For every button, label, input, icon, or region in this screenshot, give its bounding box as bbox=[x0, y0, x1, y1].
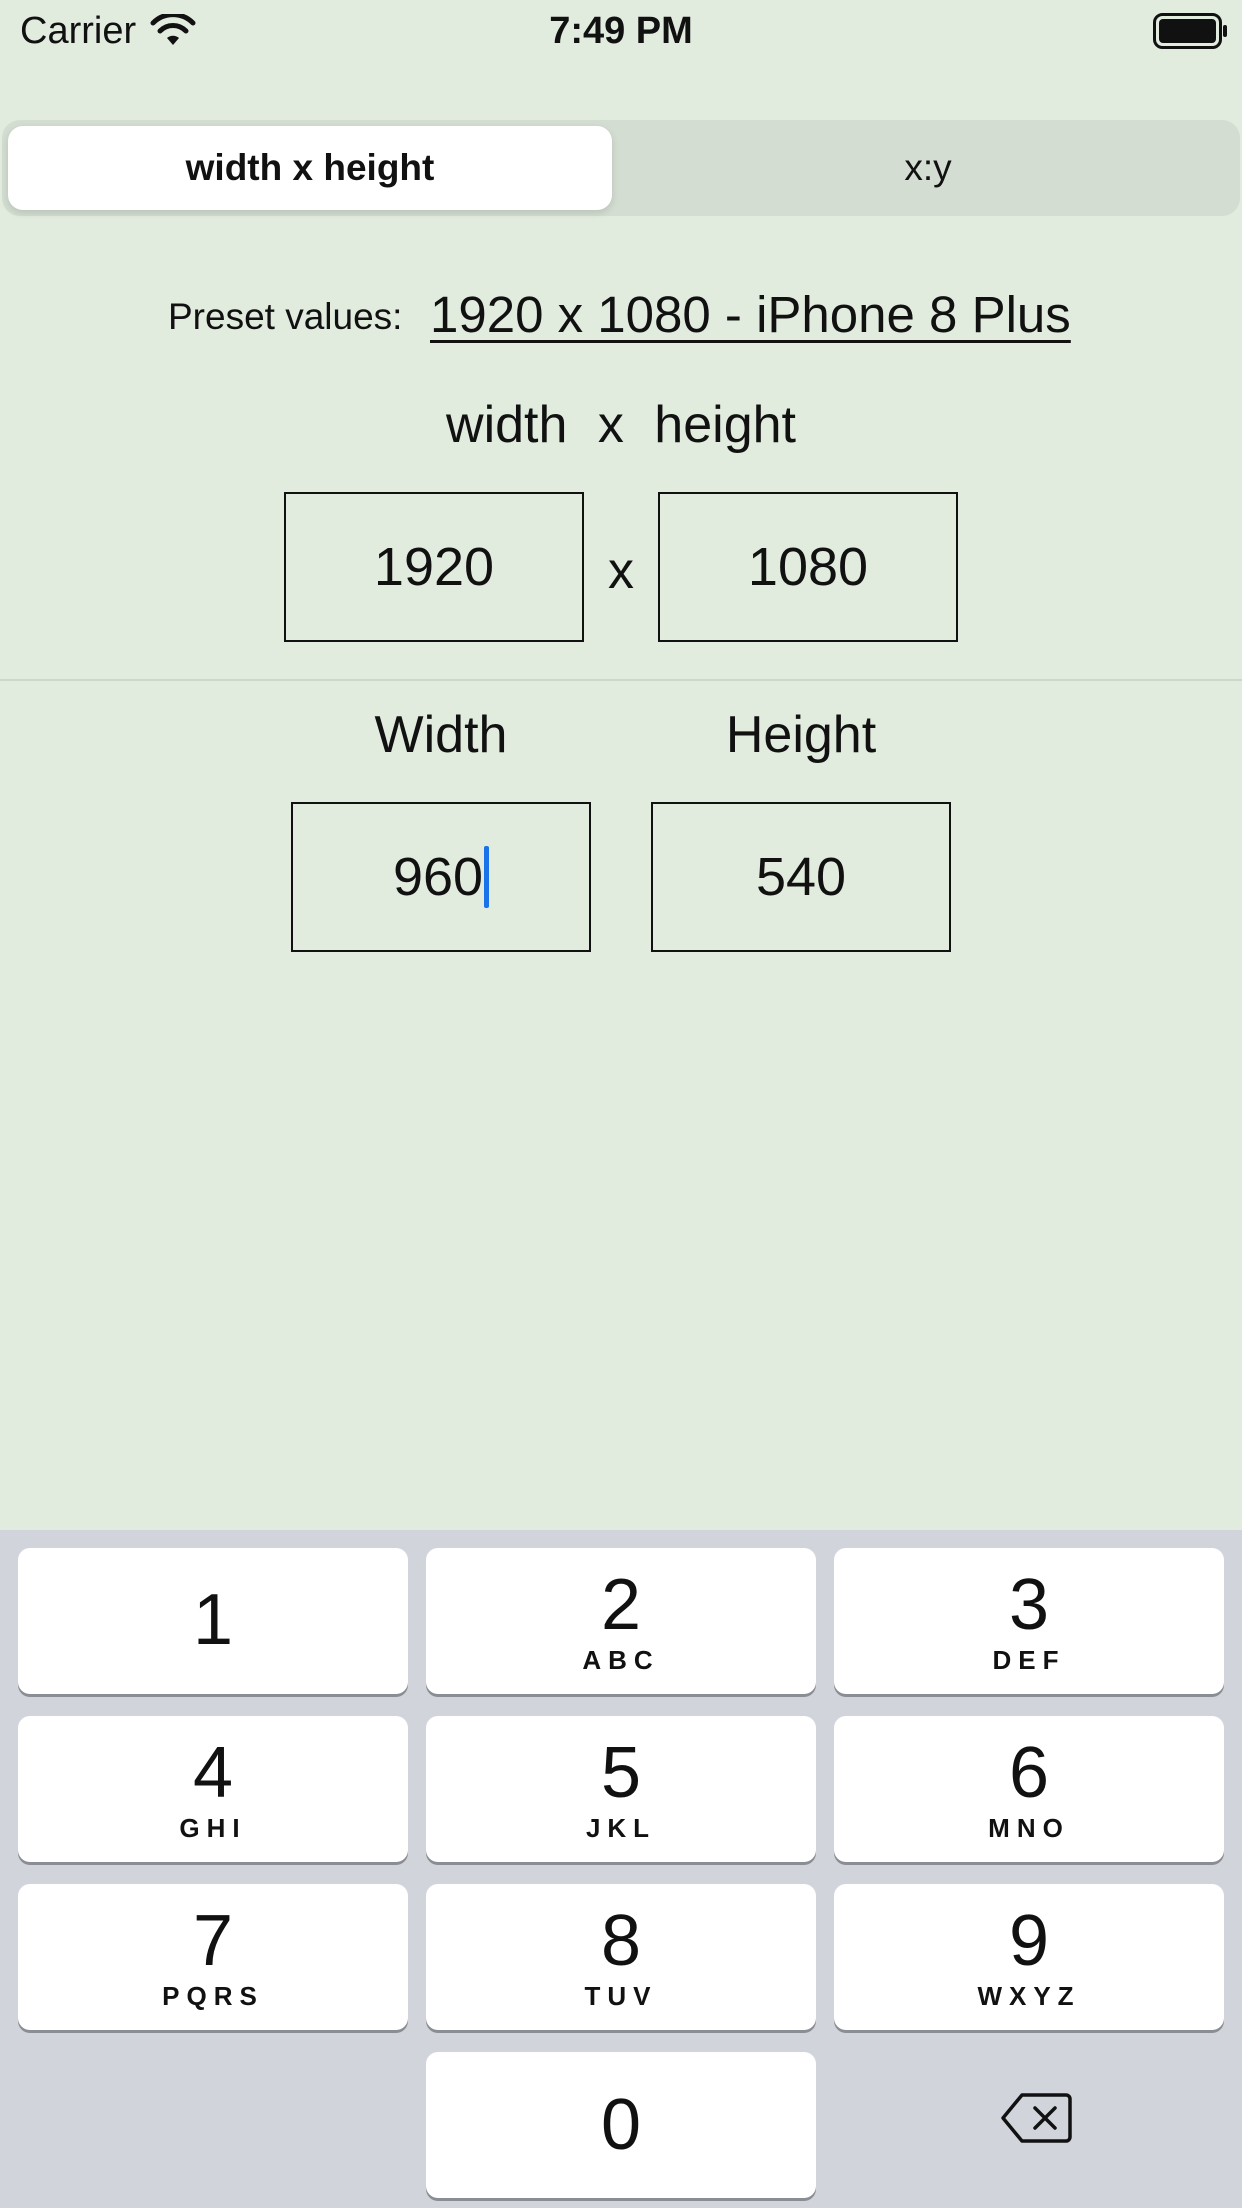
height-input-value: 540 bbox=[755, 847, 847, 907]
ratio-height-field[interactable]: 1080 bbox=[658, 492, 958, 642]
key-0[interactable]: 0 bbox=[426, 2052, 816, 2198]
segmented-control: width x height x:y bbox=[2, 120, 1240, 216]
key-9[interactable]: 9 WXYZ bbox=[834, 1884, 1224, 2030]
key-letters: TUV bbox=[584, 1981, 658, 2011]
preset-value-link[interactable]: 1920 x 1080 - iPhone 8 Plus bbox=[430, 284, 1071, 346]
height-input[interactable]: 540 bbox=[651, 802, 951, 952]
width-label: Width bbox=[374, 706, 508, 764]
key-8[interactable]: 8 TUV bbox=[426, 1884, 816, 2030]
key-4[interactable]: 4 GHI bbox=[18, 1716, 408, 1862]
key-number: 1 bbox=[192, 1580, 234, 1660]
battery-icon bbox=[1153, 13, 1227, 49]
key-number: 3 bbox=[1008, 1565, 1050, 1645]
ratio-separator: x bbox=[608, 542, 634, 600]
key-5[interactable]: 5 JKL bbox=[426, 1716, 816, 1862]
key-number: 9 bbox=[1008, 1901, 1050, 1981]
key-number: 7 bbox=[192, 1901, 234, 1981]
ratio-header: width x height bbox=[446, 396, 796, 454]
key-number: 2 bbox=[600, 1565, 642, 1645]
key-letters: JKL bbox=[585, 1813, 657, 1843]
key-6[interactable]: 6 MNO bbox=[834, 1716, 1224, 1862]
preset-label: Preset values: bbox=[168, 296, 403, 337]
key-letters: GHI bbox=[179, 1813, 247, 1843]
status-time: 7:49 PM bbox=[549, 10, 693, 52]
width-input-value: 960 bbox=[392, 847, 484, 907]
width-input[interactable]: 960 bbox=[291, 802, 591, 952]
key-number: 5 bbox=[600, 1733, 642, 1813]
key-letters: ABC bbox=[582, 1645, 660, 1675]
key-number: 6 bbox=[1008, 1733, 1050, 1813]
text-cursor bbox=[484, 846, 490, 908]
segment-ratio-xy[interactable]: x:y bbox=[622, 126, 1234, 210]
height-label: Height bbox=[725, 706, 877, 764]
key-letters: WXYZ bbox=[977, 1981, 1081, 2011]
key-letters: MNO bbox=[988, 1813, 1070, 1843]
section-divider bbox=[0, 679, 1242, 681]
key-number: 0 bbox=[600, 2085, 642, 2165]
key-2[interactable]: 2 ABC bbox=[426, 1548, 816, 1694]
key-3[interactable]: 3 DEF bbox=[834, 1548, 1224, 1694]
key-letters: PQRS bbox=[162, 1981, 264, 2011]
key-7[interactable]: 7 PQRS bbox=[18, 1884, 408, 2030]
delete-backspace-icon[interactable] bbox=[1000, 2092, 1072, 2144]
key-1[interactable]: 1 bbox=[18, 1548, 408, 1694]
segment-width-height[interactable]: width x height bbox=[8, 126, 612, 210]
ratio-width-field[interactable]: 1920 bbox=[284, 492, 584, 642]
key-number: 4 bbox=[192, 1733, 234, 1813]
key-number: 8 bbox=[600, 1901, 642, 1981]
key-letters: DEF bbox=[992, 1645, 1066, 1675]
